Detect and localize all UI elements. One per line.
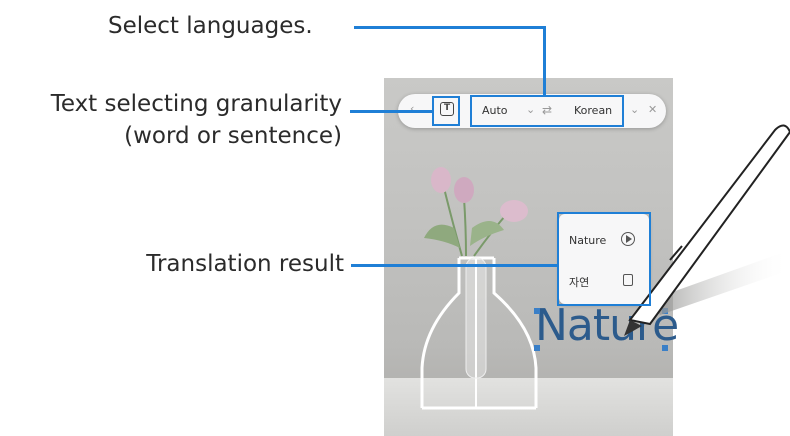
selection-handle[interactable] bbox=[534, 345, 540, 351]
granularity-callout-line2: (word or sentence) bbox=[124, 123, 342, 149]
callout-leader-granularity bbox=[350, 110, 432, 113]
language-selector-highlight bbox=[470, 95, 624, 127]
callout-leader-select-languages bbox=[354, 26, 544, 29]
callout-leader-translation-result bbox=[351, 264, 559, 267]
chevron-left-icon[interactable]: ‹ bbox=[410, 102, 414, 115]
granularity-callout-line1: Text selecting granularity bbox=[50, 91, 342, 117]
translation-result-highlight bbox=[557, 212, 651, 306]
selection-handle[interactable] bbox=[534, 308, 540, 314]
callout-leader-select-languages bbox=[543, 26, 546, 96]
select-languages-callout: Select languages. bbox=[108, 13, 313, 39]
translation-result-callout: Translation result bbox=[146, 251, 344, 277]
granularity-button-highlight bbox=[432, 96, 460, 126]
